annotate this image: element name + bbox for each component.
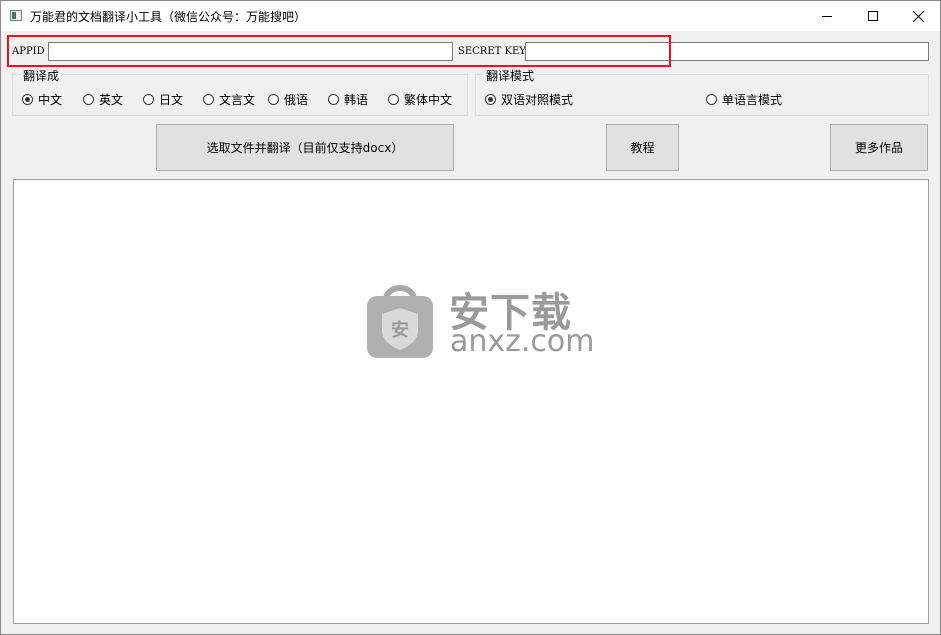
close-button[interactable]: [895, 1, 941, 31]
radio-bilingual-mode[interactable]: 双语对照模式: [485, 91, 573, 108]
radio-bilingual-mode-indicator: [485, 94, 496, 105]
watermark-en: anxz.com: [450, 324, 595, 359]
radio-classical-chinese-label: 文言文: [219, 93, 256, 107]
minimize-button[interactable]: [804, 1, 850, 31]
radio-korean-label: 韩语: [344, 93, 369, 107]
radio-english-label: 英文: [99, 93, 124, 107]
radio-russian[interactable]: 俄语: [268, 91, 308, 108]
app-window: 万能君的文档翻译小工具（微信公众号：万能搜吧） APPID SECRET KEY…: [0, 0, 941, 635]
shield-bag-icon: 安: [367, 285, 433, 358]
maximize-button[interactable]: [850, 1, 896, 31]
target-language-group-title: 翻译成: [21, 67, 62, 84]
radio-japanese[interactable]: 日文: [143, 91, 183, 108]
radio-traditional-chinese[interactable]: 繁体中文: [388, 91, 452, 108]
radio-japanese-label: 日文: [159, 93, 184, 107]
radio-english[interactable]: 英文: [83, 91, 123, 108]
radio-chinese-label: 中文: [38, 93, 63, 107]
select-file-translate-button[interactable]: 选取文件并翻译（目前仅支持docx）: [156, 124, 454, 171]
radio-chinese[interactable]: 中文: [22, 91, 62, 108]
radio-bilingual-mode-label: 双语对照模式: [501, 93, 574, 107]
credentials-highlight-box: [7, 35, 671, 67]
radio-english-indicator: [83, 94, 94, 105]
tutorial-button[interactable]: 教程: [606, 124, 679, 171]
translation-mode-group-title: 翻译模式: [484, 67, 537, 84]
window-title: 万能君的文档翻译小工具（微信公众号：万能搜吧）: [30, 10, 307, 24]
radio-traditional-chinese-indicator: [388, 94, 399, 105]
radio-japanese-indicator: [143, 94, 154, 105]
minimize-icon: [822, 16, 832, 17]
radio-korean[interactable]: 韩语: [328, 91, 368, 108]
radio-traditional-chinese-label: 繁体中文: [404, 93, 453, 107]
watermark: 安 安下载 anxz.com: [364, 278, 595, 363]
radio-chinese-indicator: [22, 94, 33, 105]
close-icon: [912, 10, 924, 22]
tutorial-button-label: 教程: [630, 141, 655, 155]
radio-monolingual-mode[interactable]: 单语言模式: [706, 91, 782, 108]
maximize-icon: [868, 11, 878, 21]
output-text-area[interactable]: 安 安下载 anxz.com: [13, 179, 929, 624]
radio-russian-label: 俄语: [284, 93, 309, 107]
title-bar: 万能君的文档翻译小工具（微信公众号：万能搜吧）: [1, 1, 940, 31]
radio-classical-chinese-indicator: [203, 94, 214, 105]
radio-korean-indicator: [328, 94, 339, 105]
radio-russian-indicator: [268, 94, 279, 105]
more-works-button[interactable]: 更多作品: [830, 124, 928, 171]
svg-text:安: 安: [391, 319, 409, 341]
radio-classical-chinese[interactable]: 文言文: [203, 91, 255, 108]
radio-monolingual-mode-indicator: [706, 94, 717, 105]
more-works-button-label: 更多作品: [854, 141, 903, 155]
select-file-translate-button-label: 选取文件并翻译（目前仅支持docx）: [206, 141, 404, 155]
app-icon: [10, 10, 22, 21]
radio-monolingual-mode-label: 单语言模式: [722, 93, 783, 107]
